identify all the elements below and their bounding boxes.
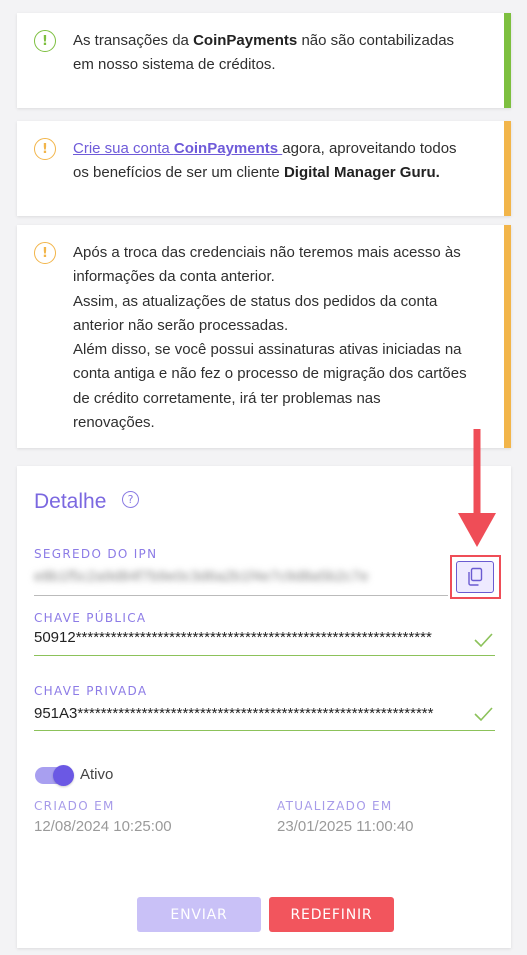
alert-status-bar [504,13,511,108]
alert-create-account: ! Crie sua conta CoinPayments agora, apr… [17,121,511,216]
alert-status-bar [504,225,511,448]
active-toggle-label: Ativo [80,766,114,783]
alert-coinpayments-info: ! As transações da CoinPayments não são … [17,13,511,108]
alert-text: As transações da CoinPayments não são co… [73,32,455,74]
private-key-underline [34,730,495,731]
help-icon[interactable]: ? [122,491,139,508]
created-label: CRIADO EM [34,799,115,813]
alert-credential-change: ! Após a troca das credenciais não terem… [17,225,511,448]
alert-text: Após a troca das credenciais não teremos… [73,244,467,432]
ipn-secret-label: SEGREDO DO IPN [34,547,158,561]
ipn-secret-field[interactable]: e8b1f5c2a9d84f7b9e0c3d6a2b1f4e7c9d8a5b2c… [34,568,424,585]
check-icon [474,633,493,648]
alert-status-bar [504,121,511,216]
created-value: 12/08/2024 10:25:00 [34,818,172,835]
warning-circle-icon: ! [34,138,56,160]
reset-button[interactable]: REDEFINIR [269,897,394,932]
private-key-label: CHAVE PRIVADA [34,684,148,698]
create-account-link[interactable]: Crie sua conta CoinPayments [73,140,282,157]
active-toggle[interactable] [35,765,74,786]
updated-value: 23/01/2025 11:00:40 [277,818,414,835]
annotation-arrow [458,429,496,547]
private-key-field[interactable]: 951A3***********************************… [34,705,468,722]
ipn-secret-underline [34,595,448,596]
toggle-knob [53,765,74,786]
annotation-highlight-box [450,555,501,599]
info-circle-icon: ! [34,30,56,52]
check-icon [474,707,493,722]
warning-circle-icon: ! [34,242,56,264]
public-key-field[interactable]: 50912***********************************… [34,629,468,646]
alert-text: Crie sua conta CoinPayments agora, aprov… [73,140,457,182]
page-title: Detalhe [34,490,107,513]
send-button[interactable]: ENVIAR [137,897,261,932]
updated-label: ATUALIZADO EM [277,799,393,813]
public-key-label: CHAVE PÚBLICA [34,611,147,625]
public-key-underline [34,655,495,656]
